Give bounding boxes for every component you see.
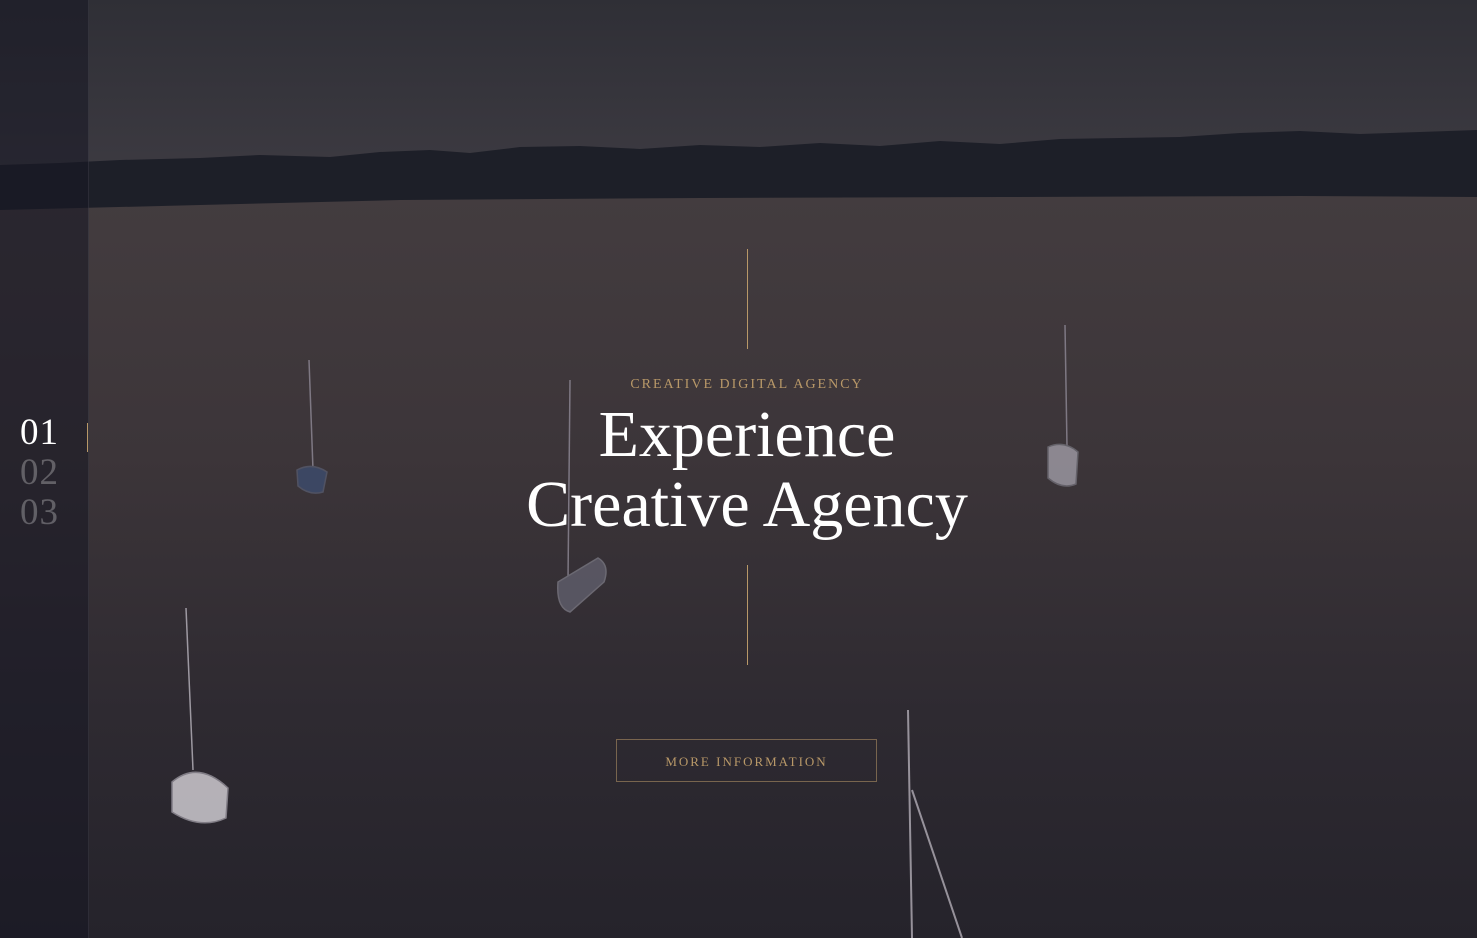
hero-headline: Experience Creative Agency — [0, 400, 1477, 540]
more-information-button[interactable]: MORE INFORMATION — [616, 739, 877, 782]
headline-line-1: Experience — [598, 398, 896, 471]
top-divider-line — [747, 249, 748, 349]
bottom-divider-line — [747, 565, 748, 665]
hero-kicker: CREATIVE DIGITAL AGENCY — [630, 377, 864, 392]
headline-line-2: Creative Agency — [526, 468, 968, 541]
hero-section: 01 02 03 CREATIVE DIGITAL AGENCY Experie… — [0, 0, 1477, 938]
